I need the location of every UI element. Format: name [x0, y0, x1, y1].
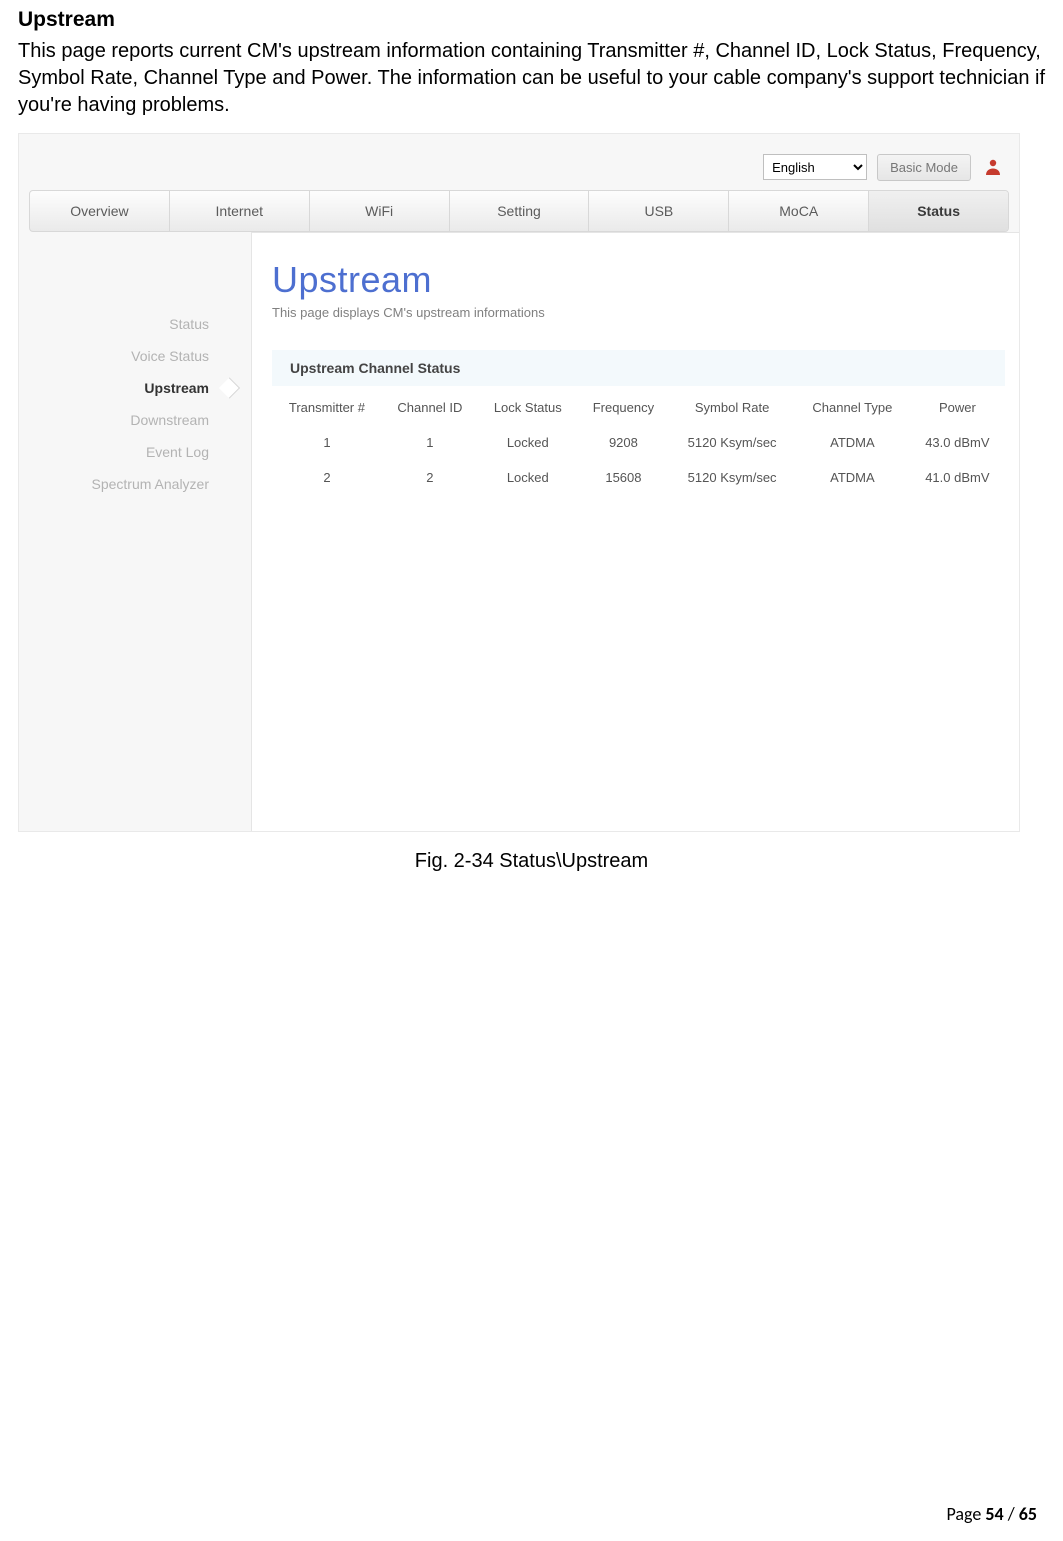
col-power: Power — [910, 386, 1005, 425]
cell-cid: 2 — [382, 460, 478, 495]
content-title: Upstream — [272, 259, 1005, 301]
sidebar-item-spectrum-analyzer[interactable]: Spectrum Analyzer — [19, 468, 251, 500]
col-channel-type: Channel Type — [795, 386, 910, 425]
col-channel-id: Channel ID — [382, 386, 478, 425]
cell-lock: Locked — [478, 460, 578, 495]
cell-power: 43.0 dBmV — [910, 425, 1005, 460]
nav-overview[interactable]: Overview — [30, 191, 170, 231]
footer-page: 54 — [985, 1503, 1003, 1525]
footer-prefix: Page — [947, 1503, 986, 1525]
cell-rate: 5120 Ksym/sec — [669, 460, 795, 495]
footer-total: 65 — [1019, 1503, 1037, 1525]
cell-tx: 2 — [272, 460, 382, 495]
cell-freq: 15608 — [578, 460, 670, 495]
table-header-row: Transmitter # Channel ID Lock Status Fre… — [272, 386, 1005, 425]
screenshot-figure: English Basic Mode Overview Internet WiF… — [18, 133, 1020, 832]
language-select[interactable]: English — [763, 154, 867, 180]
footer-sep: / — [1004, 1503, 1019, 1525]
content-panel: Upstream This page displays CM's upstrea… — [251, 232, 1019, 831]
upstream-table: Transmitter # Channel ID Lock Status Fre… — [272, 386, 1005, 495]
section-description: This page reports current CM's upstream … — [18, 38, 1045, 119]
cell-power: 41.0 dBmV — [910, 460, 1005, 495]
nav-status[interactable]: Status — [869, 191, 1008, 231]
sidebar-item-downstream[interactable]: Downstream — [19, 404, 251, 436]
main-navbar: Overview Internet WiFi Setting USB MoCA … — [29, 190, 1009, 232]
nav-internet[interactable]: Internet — [170, 191, 310, 231]
sidebar-item-voice-status[interactable]: Voice Status — [19, 340, 251, 372]
nav-wifi[interactable]: WiFi — [310, 191, 450, 231]
sidebar-item-upstream[interactable]: Upstream — [19, 372, 251, 404]
col-symbol-rate: Symbol Rate — [669, 386, 795, 425]
basic-mode-button[interactable]: Basic Mode — [877, 154, 971, 181]
cell-cid: 1 — [382, 425, 478, 460]
cell-type: ATDMA — [795, 425, 910, 460]
content-subtitle: This page displays CM's upstream informa… — [272, 305, 1005, 320]
figure-caption: Fig. 2-34 Status\Upstream — [18, 850, 1045, 873]
cell-tx: 1 — [272, 425, 382, 460]
cell-freq: 9208 — [578, 425, 670, 460]
col-lock-status: Lock Status — [478, 386, 578, 425]
col-frequency: Frequency — [578, 386, 670, 425]
sidebar-item-status[interactable]: Status — [19, 308, 251, 340]
cell-rate: 5120 Ksym/sec — [669, 425, 795, 460]
sidebar-item-event-log[interactable]: Event Log — [19, 436, 251, 468]
table-row: 2 2 Locked 15608 5120 Ksym/sec ATDMA 41.… — [272, 460, 1005, 495]
cell-lock: Locked — [478, 425, 578, 460]
logout-icon[interactable] — [981, 155, 1005, 179]
cell-type: ATDMA — [795, 460, 910, 495]
table-section-header: Upstream Channel Status — [272, 350, 1005, 386]
nav-moca[interactable]: MoCA — [729, 191, 869, 231]
nav-setting[interactable]: Setting — [450, 191, 590, 231]
sidebar: Status Voice Status Upstream Downstream … — [19, 232, 251, 831]
nav-usb[interactable]: USB — [589, 191, 729, 231]
section-title: Upstream — [18, 8, 1045, 32]
col-transmitter: Transmitter # — [272, 386, 382, 425]
table-row: 1 1 Locked 9208 5120 Ksym/sec ATDMA 43.0… — [272, 425, 1005, 460]
page-footer: Page 54 / 65 — [947, 1503, 1037, 1525]
